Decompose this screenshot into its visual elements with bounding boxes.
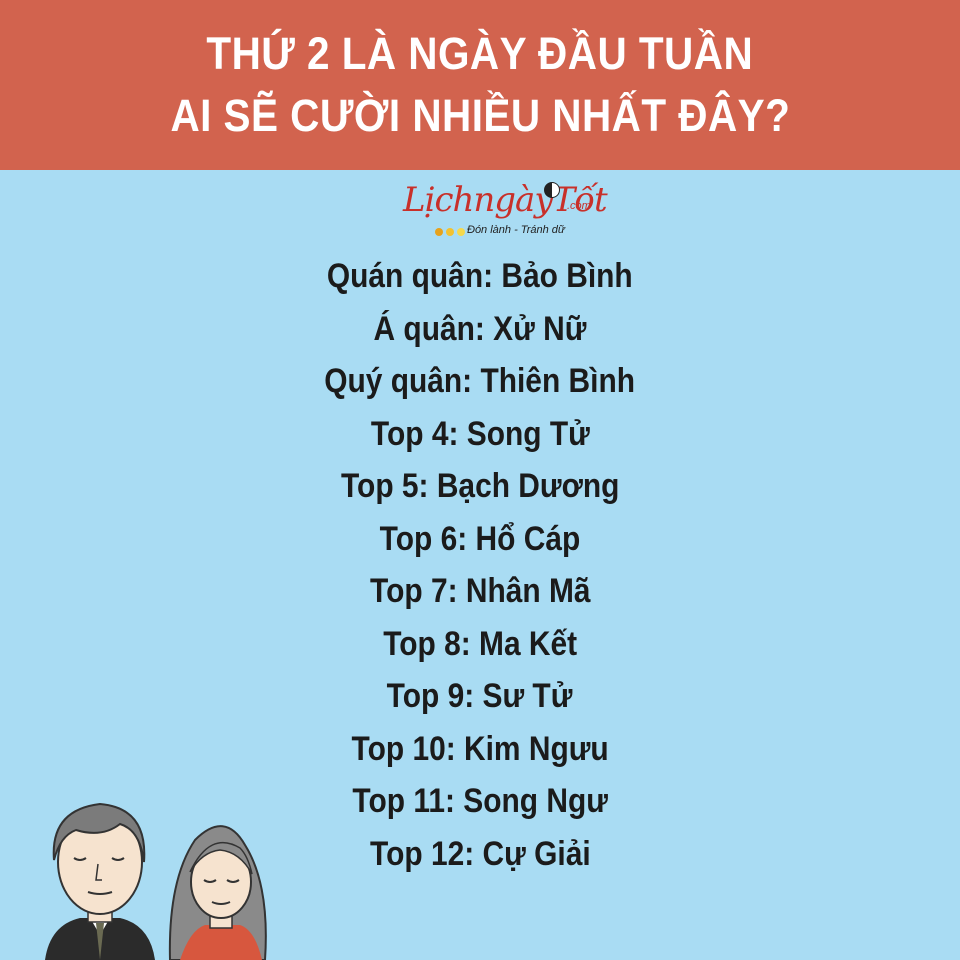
ranking-entry: Top 5: Bạch Dương [340, 467, 620, 505]
ranking-entry: Top 11: Song Ngư [352, 782, 608, 820]
banner-title-line-2: AI SẼ CƯỜI NHIỀU NHẤT ĐÂY? [170, 90, 790, 141]
ranking-entry: Top 7: Nhân Mã [369, 572, 591, 610]
list-item: Top 9: Sư Tử [0, 670, 960, 723]
smiling-couple-illustration [45, 802, 267, 960]
list-item: Top 8: Ma Kết [0, 618, 960, 671]
list-item: Top 6: Hổ Cáp [0, 513, 960, 566]
list-item: Á quân: Xử Nữ [0, 303, 960, 356]
ranking-entry: Top 4: Song Tử [370, 414, 590, 453]
list-item: Top 7: Nhân Mã [0, 565, 960, 618]
list-item: Quý quân: Thiên Bình [0, 355, 960, 408]
list-item: Quán quân: Bảo Bình [0, 250, 960, 303]
logo-dots [435, 228, 465, 236]
site-logo: LịchngàyTốt .com Đón lành - Tránh dữ [395, 176, 608, 242]
dot-icon [457, 228, 465, 236]
list-item: Top 10: Kim Ngưu [0, 723, 960, 776]
zodiac-ranking-list: Quán quân: Bảo Bình Á quân: Xử Nữ Quý qu… [0, 250, 960, 880]
dot-icon [446, 228, 454, 236]
ranking-entry: Top 10: Kim Ngưu [351, 729, 609, 768]
ranking-entry: Top 8: Ma Kết [383, 624, 577, 663]
ranking-entry: Top 9: Sư Tử [387, 677, 573, 715]
banner-title-line-1: THỨ 2 LÀ NGÀY ĐẦU TUẦN [206, 28, 754, 79]
ranking-entry: Á quân: Xử Nữ [373, 309, 587, 348]
logo-domain: .com [567, 200, 591, 212]
logo-tagline: Đón lành - Tránh dữ [467, 224, 565, 236]
man-figure [45, 802, 155, 960]
dot-icon [435, 228, 443, 236]
list-item: Top 4: Song Tử [0, 408, 960, 461]
ranking-entry: Top 6: Hổ Cáp [379, 519, 581, 558]
list-item: Top 5: Bạch Dương [0, 460, 960, 513]
title-banner: THỨ 2 LÀ NGÀY ĐẦU TUẦN AI SẼ CƯỜI NHIỀU … [0, 0, 960, 170]
ranking-entry: Quán quân: Bảo Bình [327, 257, 633, 295]
ranking-entry: Quý quân: Thiên Bình [324, 362, 636, 400]
ranking-entry: Top 12: Cự Giải [369, 834, 591, 873]
woman-figure [168, 825, 267, 960]
yin-yang-icon [544, 182, 560, 198]
